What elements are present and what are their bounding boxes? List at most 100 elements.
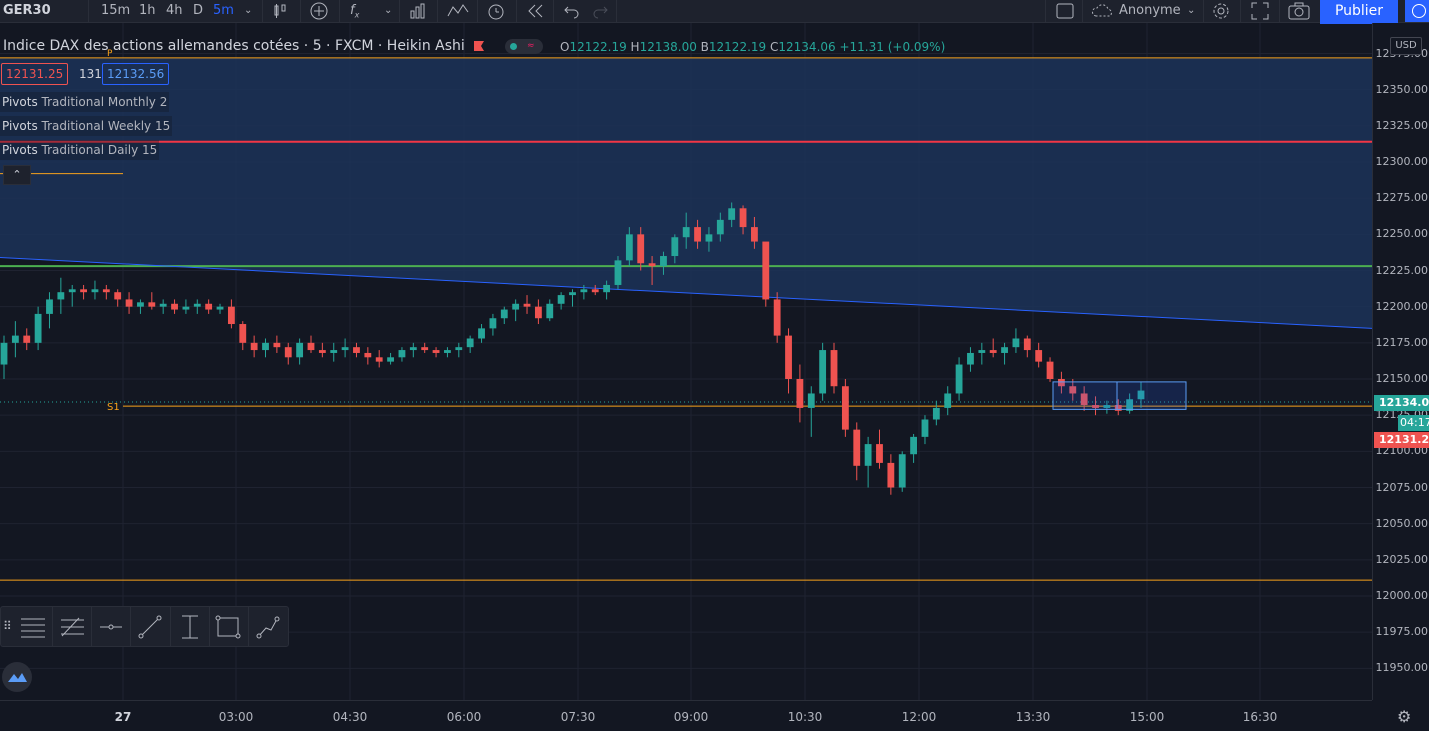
- candle: [546, 299, 554, 322]
- candle-body: [944, 393, 952, 408]
- play-icon[interactable]: [1405, 0, 1429, 22]
- candle: [864, 436, 872, 488]
- candle: [841, 379, 849, 437]
- candle: [341, 338, 349, 358]
- price-axis[interactable]: 12375.0012350.0012325.0012300.0012275.00…: [1372, 23, 1429, 700]
- candle-body: [444, 350, 451, 353]
- divider: [262, 0, 263, 22]
- candle: [432, 347, 440, 358]
- candle-body: [318, 350, 326, 353]
- time-axis[interactable]: 27 03:00 04:30 06:00 07:30 09:00 10:30 12:00 13:…: [0, 700, 1372, 731]
- status-dot-icon: [510, 43, 517, 50]
- price-range-icon[interactable]: [175, 612, 205, 640]
- redo-icon[interactable]: [591, 0, 609, 22]
- fullscreen-icon[interactable]: [1250, 0, 1270, 22]
- candle: [159, 299, 167, 314]
- candle: [216, 303, 224, 314]
- candle-body: [205, 303, 213, 310]
- financials-icon[interactable]: [409, 0, 427, 22]
- candle-body: [1046, 361, 1054, 379]
- symbol-legend-title[interactable]: Indice DAX des actions allemandes cotées…: [3, 38, 465, 54]
- top-toolbar: GER30 15m 1h 4h D 5m ⌄ fx ⌄ Anonyme ⌄ Pu…: [0, 0, 1429, 24]
- interval-1h[interactable]: 1h: [139, 0, 156, 22]
- horizontal-ray-icon[interactable]: [96, 612, 126, 640]
- candle-body: [932, 407, 940, 420]
- candle-body: [523, 303, 531, 307]
- candle-body: [341, 347, 349, 351]
- rectangle-icon[interactable]: [213, 612, 243, 640]
- candle: [989, 338, 997, 358]
- horizontal-lines-icon[interactable]: [18, 612, 48, 640]
- replay-icon[interactable]: [527, 0, 545, 22]
- camera-icon[interactable]: [1288, 0, 1310, 22]
- trend-line-icon[interactable]: [135, 612, 165, 640]
- candle-body: [296, 342, 304, 358]
- interval-d[interactable]: D: [193, 0, 203, 22]
- low-label: B: [700, 40, 709, 54]
- divider: [300, 0, 301, 22]
- candle-body: [11, 335, 19, 343]
- visibility-toggle[interactable]: ≈: [505, 39, 543, 54]
- symbol-search[interactable]: GER30: [3, 0, 51, 22]
- fib-retracement-icon[interactable]: [57, 612, 87, 640]
- sell-price-badge[interactable]: 12131.25: [1, 63, 69, 85]
- account-label[interactable]: Anonyme: [1119, 0, 1181, 22]
- candle-body: [819, 350, 827, 394]
- candle-body: [807, 393, 815, 408]
- settings-gear-icon[interactable]: ⚙: [1397, 707, 1411, 726]
- candle: [762, 241, 770, 307]
- ohlc-values: O12122.19 H12138.00 B12122.19 C12134.06 …: [560, 40, 945, 54]
- chevron-down-icon[interactable]: ⌄: [1187, 0, 1195, 22]
- compare-plus-icon[interactable]: [309, 0, 329, 22]
- candle-body: [512, 303, 520, 310]
- chevron-up-icon[interactable]: ⌃: [3, 165, 31, 185]
- interval-4h[interactable]: 4h: [166, 0, 183, 22]
- divider: [616, 0, 617, 22]
- interval-5m[interactable]: 5m: [213, 0, 234, 22]
- candle: [1023, 335, 1031, 358]
- chevron-down-icon[interactable]: ⌄: [384, 0, 392, 22]
- divider: [91, 607, 92, 646]
- price-chart[interactable]: S1 P: [0, 23, 1372, 700]
- drag-handle-icon[interactable]: ⠿: [3, 619, 12, 633]
- candle-body: [57, 292, 65, 300]
- candle: [364, 347, 372, 365]
- chevron-down-icon[interactable]: ⌄: [244, 0, 252, 22]
- divider: [1045, 0, 1046, 22]
- price-tick-label: 12300.00: [1375, 155, 1429, 168]
- gear-icon[interactable]: [1211, 0, 1231, 22]
- candle-body: [91, 289, 99, 293]
- indicator-pivots-weekly[interactable]: Pivots Traditional Weekly 15: [0, 116, 173, 136]
- undo-icon[interactable]: [563, 0, 581, 22]
- candle-style-icon[interactable]: [272, 0, 288, 22]
- candle: [1001, 342, 1008, 365]
- price-tick-label: 12075.00: [1375, 480, 1429, 494]
- candle-body: [796, 379, 804, 408]
- indicators-icon[interactable]: fx: [350, 0, 359, 22]
- candle-body: [830, 350, 838, 387]
- interval-15m[interactable]: 15m: [101, 0, 130, 22]
- divider: [477, 0, 478, 22]
- link-icon: ≈: [527, 41, 535, 51]
- time-tick-label: 15:00: [1129, 710, 1165, 724]
- alert-clock-icon[interactable]: [486, 0, 506, 22]
- divider: [437, 0, 438, 22]
- tradingview-logo[interactable]: [2, 662, 32, 692]
- indicator-pivots-monthly[interactable]: Pivots Traditional Monthly 2: [0, 92, 170, 112]
- resistance-zone-fill: [0, 57, 1372, 329]
- divider: [1082, 0, 1083, 22]
- price-range-rectangle[interactable]: [1052, 381, 1187, 410]
- publish-button[interactable]: Publier: [1320, 0, 1398, 24]
- candle-body: [864, 444, 872, 466]
- time-tick-label: 04:30: [332, 710, 368, 724]
- s1-pivot-label: S1: [107, 402, 120, 413]
- indicator-pivots-daily[interactable]: Pivots Traditional Daily 15: [0, 140, 160, 160]
- change-value: +11.31 (+0.09%): [839, 40, 946, 54]
- currency-label[interactable]: USD: [1390, 37, 1422, 55]
- templates-icon[interactable]: [447, 0, 469, 22]
- layout-square-icon[interactable]: [1055, 0, 1075, 22]
- buy-price-badge[interactable]: 12132.56: [102, 63, 170, 85]
- price-tick-label: 12150.00: [1375, 372, 1429, 385]
- path-icon[interactable]: [253, 612, 283, 640]
- candle-body: [876, 444, 883, 463]
